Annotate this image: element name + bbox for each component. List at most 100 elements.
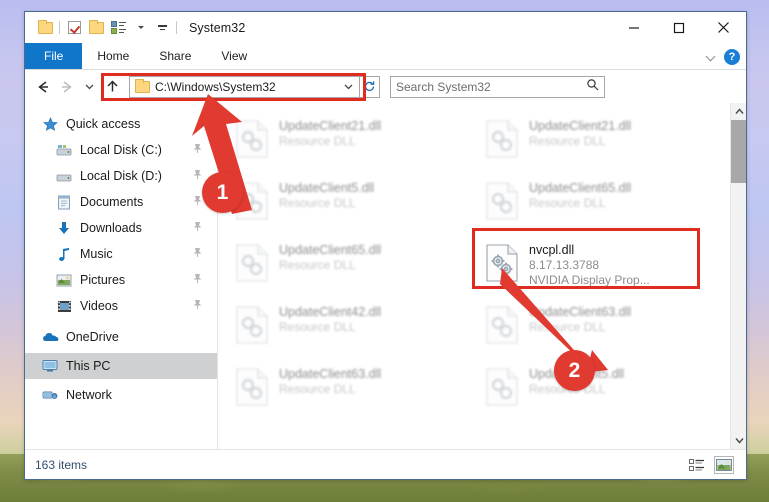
sidebar-item-this-pc[interactable]: This PC: [25, 353, 217, 379]
scroll-up-icon[interactable]: [731, 103, 746, 120]
sidebar-item-documents[interactable]: Documents: [25, 189, 217, 215]
pin-icon[interactable]: [192, 221, 203, 235]
tab-file[interactable]: File: [25, 43, 83, 69]
list-item[interactable]: UpdateClient63.dll Resource DLL: [230, 362, 480, 424]
help-icon[interactable]: ?: [724, 48, 740, 65]
pin-icon[interactable]: [192, 169, 203, 183]
dll-icon: [236, 244, 268, 287]
sidebar-label: Local Disk (D:): [80, 169, 162, 183]
downloads-icon: [55, 221, 73, 236]
drive-icon: [55, 169, 73, 183]
file-name: UpdateClient21.dll: [279, 119, 382, 133]
file-description: NVIDIA Display Prop...: [529, 273, 650, 287]
pin-icon[interactable]: [192, 247, 203, 261]
large-icons-view-icon[interactable]: [714, 456, 734, 474]
search-input[interactable]: Search System32: [390, 75, 605, 98]
sidebar-item-onedrive[interactable]: OneDrive: [25, 324, 217, 350]
file-subtitle: Resource DLL: [279, 320, 356, 334]
folder-icon[interactable]: [34, 17, 56, 39]
recent-locations-icon[interactable]: [78, 74, 101, 100]
scrollbar-thumb[interactable]: [731, 120, 746, 183]
sidebar-item-local-disk-c[interactable]: Local Disk (C:): [25, 137, 217, 163]
window-controls: [611, 12, 746, 43]
toolbar-divider-2: [176, 21, 177, 34]
step-badge-2: 2: [554, 350, 595, 391]
chevron-down-icon[interactable]: [706, 52, 715, 61]
scroll-down-icon[interactable]: [731, 432, 746, 449]
properties-dropdown-icon[interactable]: [129, 17, 151, 39]
dll-icon: [486, 306, 518, 349]
details-view-icon[interactable]: [687, 456, 707, 474]
refresh-icon[interactable]: [360, 75, 380, 98]
sidebar-label: Music: [80, 247, 113, 261]
pin-icon[interactable]: [192, 299, 203, 313]
customize-toolbar-icon[interactable]: [151, 17, 173, 39]
list-item[interactable]: UpdateClient21.dll Resource DLL: [480, 114, 730, 176]
vertical-scrollbar[interactable]: [730, 103, 746, 449]
tab-view[interactable]: View: [206, 43, 262, 69]
arrow-up-icon[interactable]: [101, 74, 124, 100]
sidebar-label: OneDrive: [66, 330, 119, 344]
maximize-icon[interactable]: [656, 12, 701, 43]
pin-icon[interactable]: [192, 273, 203, 287]
list-item[interactable]: UpdateClient65.dll Resource DLL: [480, 176, 730, 238]
file-grid: UpdateClient21.dll Resource DLL UpdateCl…: [218, 103, 730, 449]
list-item[interactable]: UpdateClient65.dll Resource DLL: [230, 238, 480, 300]
sidebar-item-quick-access[interactable]: Quick access: [25, 111, 217, 137]
tab-share[interactable]: Share: [144, 43, 206, 69]
file-version: 8.17.13.3788: [529, 258, 600, 272]
close-icon[interactable]: [701, 12, 746, 43]
arrow-right-icon[interactable]: [55, 74, 78, 100]
minimize-icon[interactable]: [611, 12, 656, 43]
sidebar-item-music[interactable]: Music: [25, 241, 217, 267]
file-subtitle: Resource DLL: [529, 196, 606, 210]
sidebar-item-pictures[interactable]: Pictures: [25, 267, 217, 293]
file-name: UpdateClient63.dll: [279, 367, 382, 381]
search-placeholder: Search System32: [396, 79, 491, 94]
address-input[interactable]: C:\Windows\System32: [129, 75, 360, 98]
list-item[interactable]: UpdateClient42.dll Resource DLL: [230, 300, 480, 362]
documents-icon: [55, 195, 73, 210]
file-subtitle: Resource DLL: [529, 320, 606, 334]
dll-icon: [236, 306, 268, 349]
checkbox-properties-icon[interactable]: [63, 17, 85, 39]
sidebar-label: Downloads: [80, 221, 142, 235]
file-name: nvcpl.dll: [529, 243, 575, 257]
dll-icon: [486, 120, 518, 163]
sidebar-item-videos[interactable]: Videos: [25, 293, 217, 319]
search-icon[interactable]: [586, 78, 599, 96]
list-item[interactable]: UpdateClient5.dll Resource DLL: [230, 176, 480, 238]
toolbar-divider: [59, 21, 60, 34]
navigation-pane: Quick access Local Disk (C:) Local Disk …: [25, 103, 218, 449]
sidebar-item-network[interactable]: Network: [25, 382, 217, 408]
sidebar-item-local-disk-d[interactable]: Local Disk (D:): [25, 163, 217, 189]
sidebar-label: This PC: [66, 359, 111, 373]
title-bar: System32: [25, 12, 746, 43]
folder-new-icon[interactable]: [85, 17, 107, 39]
pin-icon[interactable]: [192, 143, 203, 157]
network-icon: [41, 388, 59, 402]
pin-icon[interactable]: [192, 195, 203, 209]
videos-icon: [55, 300, 73, 313]
file-name: UpdateClient42.dll: [279, 305, 382, 319]
properties-icon[interactable]: [107, 17, 129, 39]
file-name: UpdateClient5.dll: [279, 181, 375, 195]
arrow-left-icon[interactable]: [32, 74, 55, 100]
window-body: Quick access Local Disk (C:) Local Disk …: [25, 103, 746, 449]
list-item[interactable]: UpdateClient21.dll Resource DLL: [230, 114, 480, 176]
nvcpl-dll-file[interactable]: nvcpl.dll 8.17.13.3788 NVIDIA Display Pr…: [480, 238, 730, 300]
dll-icon: [236, 120, 268, 163]
star-icon: [41, 116, 59, 132]
list-item[interactable]: UpdateClient5.dll Resource DLL: [480, 362, 730, 424]
file-explorer-window: System32 File Home Share View ? C:\Windo…: [24, 11, 747, 480]
dll-icon: [486, 182, 518, 225]
chevron-down-icon[interactable]: [340, 81, 356, 92]
tab-home[interactable]: Home: [82, 43, 144, 69]
sidebar-label: Local Disk (C:): [80, 143, 162, 157]
sidebar-item-downloads[interactable]: Downloads: [25, 215, 217, 241]
sidebar-label: Documents: [80, 195, 144, 209]
sidebar-label: Quick access: [66, 117, 141, 131]
list-item[interactable]: UpdateClient63.dll Resource DLL: [480, 300, 730, 362]
file-subtitle: Resource DLL: [529, 134, 606, 148]
ribbon-tabs: File Home Share View ?: [25, 43, 746, 70]
